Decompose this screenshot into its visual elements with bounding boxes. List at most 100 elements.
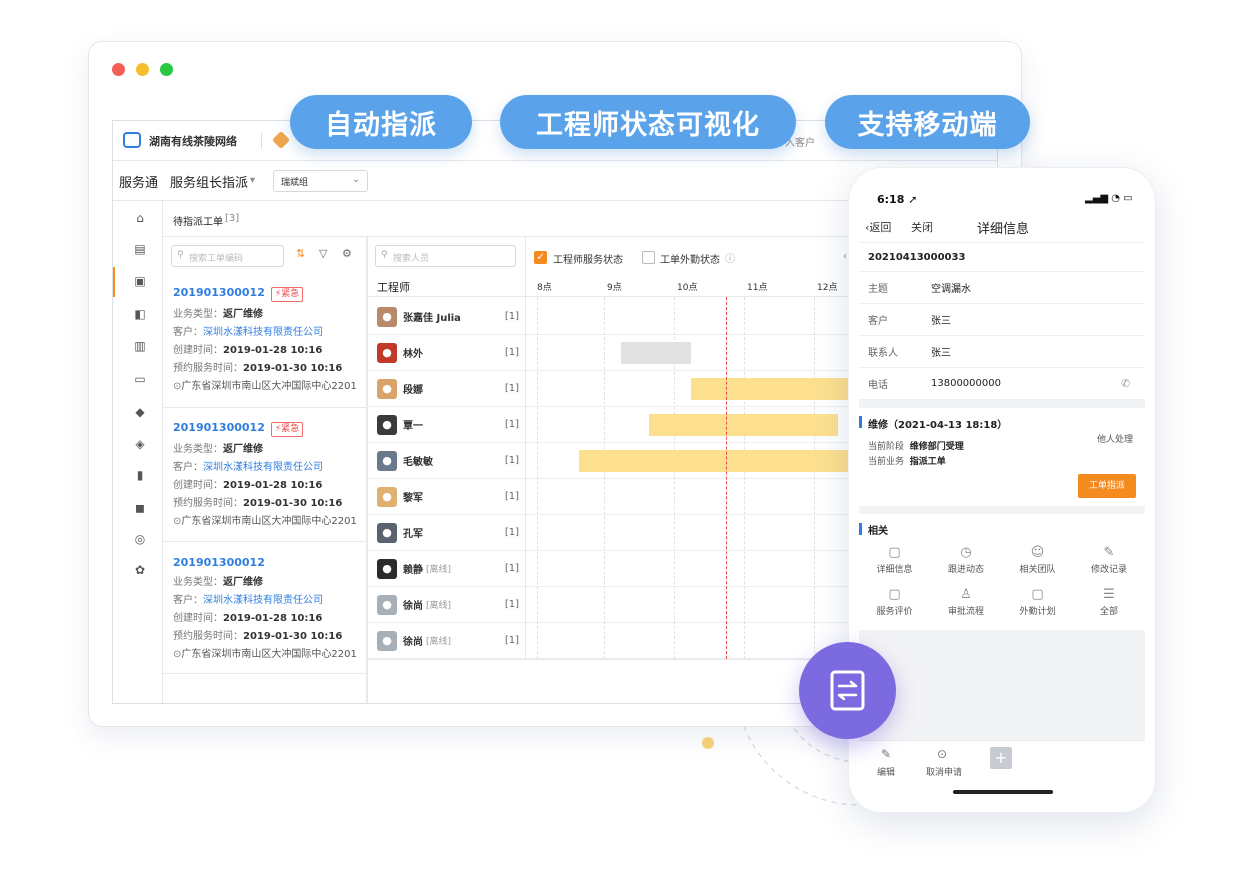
home-indicator: [953, 790, 1053, 794]
approval-icon: ♙: [960, 587, 972, 602]
engineer-search-input[interactable]: ⚲ 搜索人员: [375, 245, 516, 267]
order-type: 返厂维修: [223, 444, 263, 455]
related-item[interactable]: ♙ 审批流程: [931, 586, 1002, 626]
related-item-label: 外勤计划: [1019, 607, 1056, 617]
related-item[interactable]: ☰ 全部: [1074, 586, 1145, 626]
related-item[interactable]: ▢ 服务评价: [859, 586, 930, 626]
window-close-dot[interactable]: [112, 63, 125, 76]
order-customer-link[interactable]: 深圳水漾科技有限责任公司: [203, 327, 323, 338]
home-icon[interactable]: ⌂: [133, 211, 147, 225]
order-search-placeholder: 搜索工单编码: [189, 254, 244, 264]
gear-icon[interactable]: ✿: [133, 563, 147, 577]
urgent-badge: ⚡紧急: [270, 287, 304, 302]
related-item[interactable]: ✎ 修改记录: [1074, 544, 1145, 584]
hour-tick-label: 9点: [607, 283, 622, 293]
order-card[interactable]: 201901300012 ⚡紧急 业务类型：返厂维修 客户：深圳水漾科技有限责任公…: [163, 416, 367, 527]
related-item[interactable]: ☺ 相关团队: [1002, 544, 1073, 584]
swap-document-button[interactable]: [799, 642, 896, 739]
engineer-row[interactable]: ● 黎军 [1]: [367, 479, 525, 515]
engineer-row[interactable]: ● 毛敏敏 [1]: [367, 443, 525, 479]
order-address: 广东省深圳市南山区大冲国际中心2201: [181, 381, 357, 392]
add-button[interactable]: +: [990, 747, 1012, 769]
order-type: 返厂维修: [223, 309, 263, 320]
box-icon[interactable]: ◆: [133, 405, 147, 419]
busy-bar[interactable]: [649, 414, 838, 436]
register-icon[interactable]: ▥: [133, 339, 147, 353]
detail-icon: ▢: [888, 545, 901, 560]
side-nav-active-indicator: [113, 267, 115, 297]
chart-icon[interactable]: ▮: [133, 468, 147, 482]
divider: [163, 407, 367, 408]
feature-pill-mobile: 支持移动端: [825, 95, 1030, 149]
order-no: 20210413000033: [868, 252, 966, 263]
module-title: 服务通: [119, 176, 159, 191]
service-status-label: 工程师服务状态: [553, 255, 623, 266]
field-row: 电话 13800000000 ✆: [859, 368, 1145, 400]
related-item[interactable]: ▢ 外勤计划: [1002, 586, 1073, 626]
window-minimize-dot[interactable]: [136, 63, 149, 76]
filter-icon[interactable]: ▽: [319, 247, 327, 260]
engineer-row[interactable]: ● 张嘉佳 Julia [1]: [367, 299, 525, 335]
engineer-name: 黎军: [403, 493, 423, 504]
related-item[interactable]: ▢ 详细信息: [859, 544, 930, 584]
related-item-label: 服务评价: [876, 607, 913, 617]
cancel-request-button[interactable]: 取消申请: [926, 765, 962, 778]
edit-icon[interactable]: ✎: [881, 747, 891, 761]
phone-screen: 6:18 ➚ ▂▄▆ ◔ ▭ ‹返回 关闭 详细信息 2021041300003…: [859, 178, 1145, 802]
group-select[interactable]: 瑞斌组 ⌄: [273, 170, 368, 192]
order-card[interactable]: 201901300012 ⚡紧急 业务类型：返厂维修 客户：深圳水漾科技有限责任公…: [163, 281, 367, 392]
card-icon[interactable]: ▭: [133, 372, 147, 386]
related-item[interactable]: ◷ 跟进动态: [931, 544, 1002, 584]
settings-icon[interactable]: ⚙: [342, 247, 352, 260]
signal-icon: ▂▄▆ ◔ ▭: [1085, 193, 1133, 204]
engineer-row[interactable]: ● 林外 [1]: [367, 335, 525, 371]
section-accent: [859, 523, 862, 535]
related-item-label: 全部: [1099, 607, 1118, 617]
order-card[interactable]: 201901300012 业务类型：返厂维修 客户：深圳水漾科技有限责任公司 创…: [163, 551, 367, 660]
engineer-row[interactable]: ● 赖静 [离线] [1]: [367, 551, 525, 587]
hour-tick-label: 10点: [677, 283, 698, 293]
engineer-row[interactable]: ● 覃一 [1]: [367, 407, 525, 443]
bottom-toolbar: ✎ 编辑 ⊙ 取消申请 +: [859, 740, 1145, 802]
order-customer-link[interactable]: 深圳水漾科技有限责任公司: [203, 462, 323, 473]
engineer-row[interactable]: ● 徐尚 [离线] [1]: [367, 587, 525, 623]
clipboard-icon[interactable]: ◧: [133, 307, 147, 321]
user-icon[interactable]: ◎: [133, 532, 147, 546]
busy-bar[interactable]: [579, 450, 859, 472]
related-item-label: 修改记录: [1090, 565, 1127, 575]
divider: [163, 673, 367, 674]
order-type: 返厂维修: [223, 577, 263, 588]
service-status-checkbox[interactable]: ✓: [534, 251, 547, 264]
busy-bar[interactable]: [691, 378, 859, 400]
swap-document-icon: [830, 670, 865, 711]
back-button[interactable]: ‹返回: [865, 219, 891, 235]
help-icon[interactable]: ⓘ: [725, 250, 735, 265]
phone-call-icon[interactable]: ✆: [1121, 377, 1130, 390]
company-logo-icon: [123, 132, 141, 148]
chevron-left-icon[interactable]: ‹: [843, 251, 847, 262]
pending-label: 待指派工单: [173, 217, 223, 228]
save-icon[interactable]: ◼: [133, 501, 147, 515]
engineer-name: 孔军: [403, 529, 423, 540]
divider: [163, 541, 367, 542]
engineer-row[interactable]: ● 孔军 [1]: [367, 515, 525, 551]
assign-button[interactable]: 工单指派: [1078, 474, 1136, 498]
cancel-icon[interactable]: ⊙: [937, 747, 947, 761]
close-button[interactable]: 关闭: [911, 219, 933, 235]
engineer-count: [1]: [504, 383, 519, 394]
order-customer-link[interactable]: 深圳水漾科技有限责任公司: [203, 595, 323, 606]
order-search-input[interactable]: ⚲ 搜索工单编码: [171, 245, 284, 267]
sort-icon[interactable]: ⇅: [296, 247, 305, 260]
avatar: ●: [377, 522, 397, 543]
idle-bar[interactable]: [621, 342, 691, 364]
window-zoom-dot[interactable]: [160, 63, 173, 76]
field-status-checkbox[interactable]: [642, 251, 655, 264]
edit-button[interactable]: 编辑: [877, 765, 895, 778]
engineer-name: 段娜: [403, 385, 423, 396]
engineer-row[interactable]: ● 徐尚 [离线] [1]: [367, 623, 525, 659]
bag-icon[interactable]: ◈: [133, 437, 147, 451]
pending-count: [3]: [225, 213, 240, 224]
engineer-row[interactable]: ● 段娜 [1]: [367, 371, 525, 407]
list-icon[interactable]: ▤: [133, 242, 147, 256]
order-icon[interactable]: ▣: [133, 274, 147, 288]
